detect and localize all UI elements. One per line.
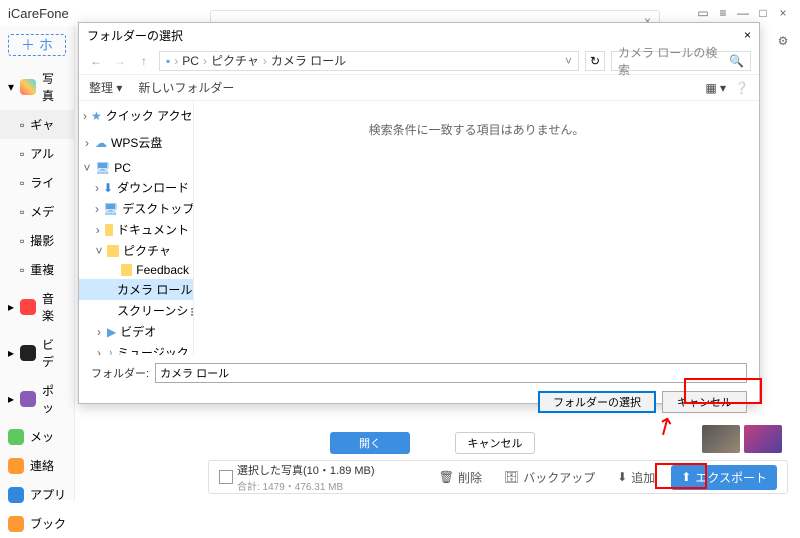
tree-feedback[interactable]: Feedback bbox=[79, 261, 193, 279]
backup-icon: 🗄 bbox=[504, 470, 519, 484]
up-icon[interactable]: ↑ bbox=[135, 52, 153, 70]
sidebar-item-books[interactable]: ブック bbox=[0, 509, 74, 538]
thumbnails bbox=[702, 425, 782, 453]
download-icon: ⬇ bbox=[617, 470, 627, 484]
breadcrumb[interactable]: ▪› PC› ピクチャ› カメラ ロール ˅ bbox=[159, 51, 579, 71]
file-pane: 検索条件に一致する項目はありません。 bbox=[194, 101, 759, 355]
tree-downloads[interactable]: ›⬇ ダウンロード bbox=[79, 177, 193, 198]
new-folder-button[interactable]: 新しいフォルダー bbox=[138, 79, 234, 96]
cancel-button[interactable]: キャンセル bbox=[662, 391, 747, 413]
close-icon[interactable]: × bbox=[774, 4, 792, 22]
sidebar-item-msg[interactable]: メッ bbox=[0, 422, 74, 451]
folder-input[interactable] bbox=[155, 363, 747, 383]
select-all-checkbox[interactable] bbox=[219, 470, 233, 484]
sidebar-sub[interactable]: ▫ ギャ bbox=[0, 110, 74, 139]
gear-icon[interactable]: ⚙ bbox=[774, 32, 792, 50]
thumbnail[interactable] bbox=[744, 425, 782, 453]
search-icon: 🔍 bbox=[729, 54, 744, 68]
organize-menu[interactable]: 整理 ▾ bbox=[89, 79, 122, 96]
upload-icon: ⬆ bbox=[681, 470, 691, 484]
close-icon[interactable]: × bbox=[744, 28, 751, 42]
sidebar-sub[interactable]: ▫ 重複 bbox=[0, 255, 74, 284]
minimize-icon[interactable]: — bbox=[734, 4, 752, 22]
select-folder-button[interactable]: フォルダーの選択 bbox=[538, 391, 656, 413]
bottom-bar: 選択した写真(10・1.89 MB) 合計: 1479・476.31 MB 🗑削… bbox=[208, 460, 788, 494]
menu-icon[interactable]: ≡ bbox=[714, 4, 732, 22]
sidebar-sub[interactable]: ▫ アル bbox=[0, 139, 74, 168]
delete-button[interactable]: 🗑削除 bbox=[433, 466, 488, 489]
trash-icon: 🗑 bbox=[439, 470, 454, 484]
bg-cancel-button[interactable]: キャンセル bbox=[455, 432, 535, 454]
tree-documents[interactable]: › ドキュメント bbox=[79, 219, 193, 240]
search-input[interactable]: カメラ ロールの検索🔍 bbox=[611, 51, 751, 71]
apps-icon bbox=[8, 487, 24, 503]
tree-video[interactable]: ›▶ ビデオ bbox=[79, 321, 193, 342]
sidebar-sub[interactable]: ▫ メデ bbox=[0, 197, 74, 226]
tree-pc[interactable]: ˅🖥 PC bbox=[79, 159, 193, 177]
sidebar-item-video[interactable]: ▸ ビデ bbox=[0, 330, 74, 376]
sidebar-sub[interactable]: ▫ 撮影 bbox=[0, 226, 74, 255]
tree-screenshots[interactable]: スクリーンショット bbox=[79, 300, 193, 321]
total-text: 合計: 1479・476.31 MB bbox=[237, 478, 375, 493]
sidebar-item-photos[interactable]: ▾ 写真 bbox=[0, 64, 74, 110]
tree-music[interactable]: ›♪ ミュージック bbox=[79, 342, 193, 355]
book-icon[interactable]: ▭ bbox=[694, 4, 712, 22]
view-icon[interactable]: ▦ ▾ bbox=[705, 81, 726, 95]
folder-label: フォルダー: bbox=[91, 365, 149, 381]
sidebar-item-contacts[interactable]: 連絡 bbox=[0, 451, 74, 480]
folder-select-dialog: フォルダーの選択 × ← → ↑ ▪› PC› ピクチャ› カメラ ロール ˅ … bbox=[78, 22, 760, 404]
tree-camera-roll[interactable]: カメラ ロール bbox=[79, 279, 193, 300]
tree-pictures[interactable]: ˅ ピクチャ bbox=[79, 240, 193, 261]
backup-button[interactable]: 🗄バックアップ bbox=[498, 466, 601, 489]
dialog-title: フォルダーの選択 bbox=[87, 27, 183, 44]
sidebar-item-podcast[interactable]: ▸ ポッ bbox=[0, 376, 74, 422]
forward-icon[interactable]: → bbox=[111, 52, 129, 70]
video-icon bbox=[20, 345, 36, 361]
empty-message: 検索条件に一致する項目はありません。 bbox=[369, 121, 585, 138]
message-icon bbox=[8, 429, 24, 445]
export-button[interactable]: ⬆エクスポート bbox=[671, 465, 777, 490]
folder-tree: ›★ クイック アクセス ›☁ WPS云盘 ˅🖥 PC ›⬇ ダウンロード ›🖥… bbox=[79, 101, 194, 355]
tree-wps[interactable]: ›☁ WPS云盘 bbox=[79, 132, 193, 153]
add-button[interactable]: ＋ ホ bbox=[8, 34, 66, 56]
podcast-icon bbox=[20, 391, 36, 407]
music-icon bbox=[20, 299, 36, 315]
refresh-icon[interactable]: ↻ bbox=[585, 51, 605, 71]
maximize-icon[interactable]: □ bbox=[754, 4, 772, 22]
sidebar-item-apps[interactable]: アプリ bbox=[0, 480, 74, 509]
back-icon[interactable]: ← bbox=[87, 52, 105, 70]
tree-quick-access[interactable]: ›★ クイック アクセス bbox=[79, 105, 193, 126]
sidebar-item-music[interactable]: ▸ 音楽 bbox=[0, 284, 74, 330]
sidebar: ＋ ホ ▾ 写真 ▫ ギャ ▫ アル ▫ ライ ▫ メデ ▫ 撮影 ▫ 重複 ▸… bbox=[0, 26, 75, 500]
thumbnail[interactable] bbox=[702, 425, 740, 453]
sidebar-sub[interactable]: ▫ ライ bbox=[0, 168, 74, 197]
add-button[interactable]: ⬇追加 bbox=[611, 466, 661, 489]
app-title: iCareFone bbox=[8, 6, 69, 21]
help-icon[interactable]: ❔ bbox=[734, 81, 749, 95]
photos-icon bbox=[20, 79, 36, 95]
contacts-icon bbox=[8, 458, 24, 474]
bg-open-button[interactable]: 開く bbox=[330, 432, 410, 454]
tree-desktop[interactable]: ›🖥 デスクトップ bbox=[79, 198, 193, 219]
books-icon bbox=[8, 516, 24, 532]
selected-text: 選択した写真(10・1.89 MB) bbox=[237, 465, 375, 477]
